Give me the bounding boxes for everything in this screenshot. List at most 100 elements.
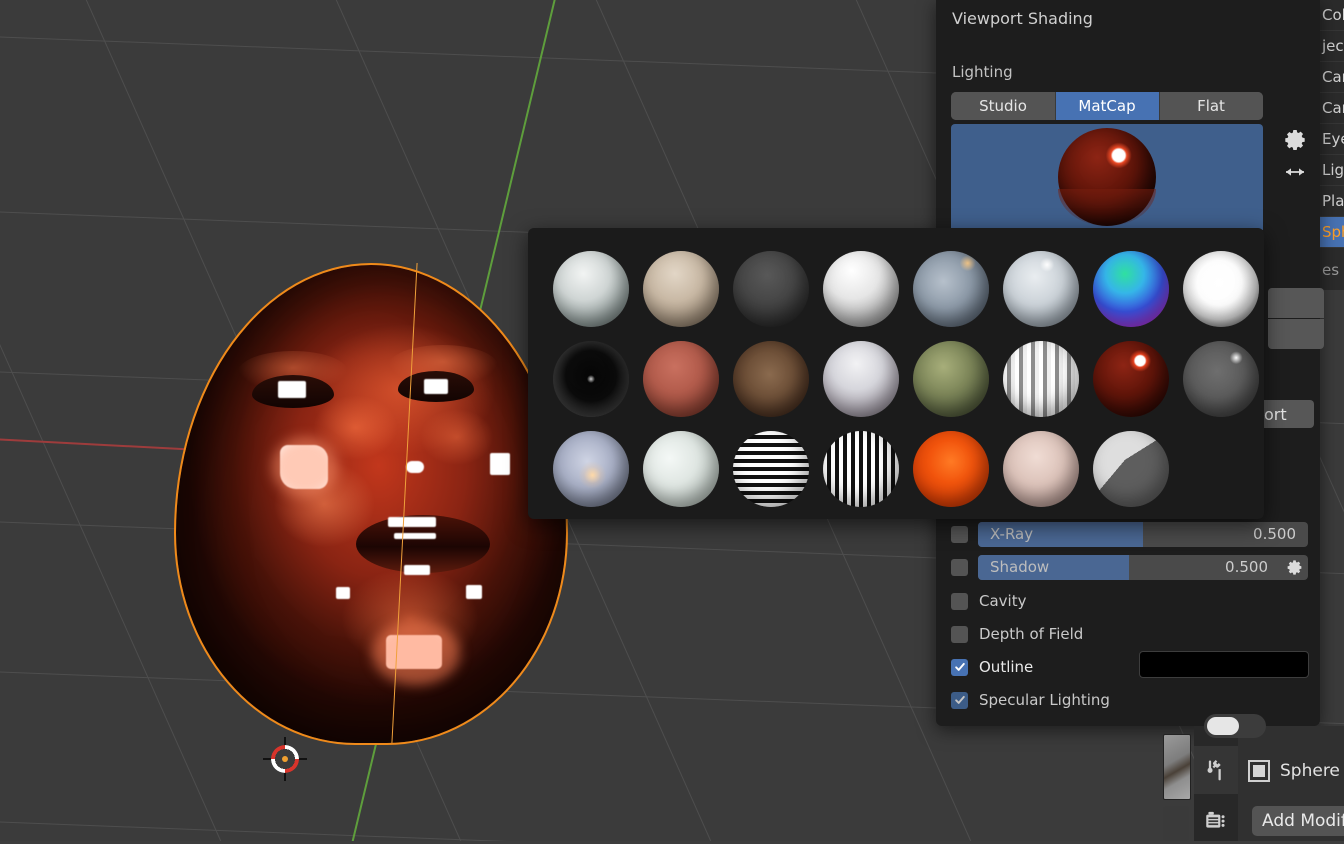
check-icon xyxy=(954,661,966,673)
matcap-metal-shiny[interactable] xyxy=(1183,341,1259,417)
matcap-basic-dark[interactable] xyxy=(733,251,809,327)
row-cavity[interactable]: Cavity xyxy=(951,587,1026,615)
matcap-clay-muddy[interactable] xyxy=(643,341,719,417)
side-button-bottom[interactable] xyxy=(1268,319,1324,349)
tab-physics[interactable] xyxy=(1194,796,1238,844)
matcap-outline[interactable] xyxy=(1093,431,1169,507)
matcap-metal-anisotropic[interactable] xyxy=(913,341,989,417)
matcap-cell[interactable] xyxy=(1176,244,1266,334)
lighting-mode-flat[interactable]: Flat xyxy=(1159,92,1263,120)
outliner-row-eye[interactable]: Eye xyxy=(1320,124,1344,154)
matcap-metal-carpaint[interactable] xyxy=(1003,341,1079,417)
tab-modifiers[interactable] xyxy=(1194,746,1238,794)
lighting-mode-matcap[interactable]: MatCap xyxy=(1055,92,1159,120)
side-button-top[interactable] xyxy=(1268,288,1324,318)
lighting-mode-studio[interactable]: Studio xyxy=(951,92,1055,120)
display-toggle[interactable] xyxy=(1204,714,1266,738)
row-specular-lighting[interactable]: Specular Lighting xyxy=(951,686,1110,714)
outliner-row-camera-2[interactable]: Cam xyxy=(1320,93,1344,123)
matcap-check-normal-y[interactable] xyxy=(1183,251,1259,327)
matcap-cell[interactable] xyxy=(726,334,816,424)
add-modifier-button[interactable]: Add Modifi xyxy=(1252,806,1344,836)
specular-lighting-label: Specular Lighting xyxy=(979,691,1110,709)
row-outline[interactable]: Outline xyxy=(951,653,1033,681)
row-shadow[interactable]: Shadow 0.500 xyxy=(951,553,1309,581)
matcap-cell[interactable] xyxy=(996,424,1086,514)
shadow-slider[interactable]: Shadow 0.500 xyxy=(978,555,1280,580)
cursor-3d xyxy=(263,737,307,781)
matcap-ceramic-dark[interactable] xyxy=(913,251,989,327)
horizontal-flip-icon[interactable] xyxy=(1283,162,1307,186)
shadow-settings-gear-icon[interactable] xyxy=(1280,555,1308,580)
matcap-preview-sphere xyxy=(1058,128,1156,226)
export-button[interactable]: ort xyxy=(1258,400,1314,428)
matcap-jade[interactable] xyxy=(823,341,899,417)
shadow-label: Shadow xyxy=(990,558,1049,576)
matcap-clay-studio[interactable] xyxy=(733,341,809,417)
matcap-ceramic-lightbulb[interactable] xyxy=(1003,251,1079,327)
object-icon xyxy=(1248,760,1270,782)
matcap-cell[interactable] xyxy=(636,244,726,334)
cursor-center-dot xyxy=(282,756,288,762)
head-mesh-object[interactable] xyxy=(160,255,580,755)
outliner-row-collection[interactable]: Coll xyxy=(1320,0,1344,30)
selection-outline xyxy=(174,263,568,745)
matcap-wax[interactable] xyxy=(1003,431,1079,507)
matcap-cell[interactable] xyxy=(1086,244,1176,334)
add-modifier-label: Add Modifi xyxy=(1262,811,1344,831)
cavity-checkbox[interactable] xyxy=(951,593,968,610)
matcap-cell[interactable] xyxy=(1176,334,1266,424)
matcap-cell[interactable] xyxy=(816,424,906,514)
depth-of-field-checkbox[interactable] xyxy=(951,626,968,643)
matcap-cell[interactable] xyxy=(816,244,906,334)
specular-lighting-checkbox[interactable] xyxy=(951,692,968,709)
matcap-cell[interactable] xyxy=(546,334,636,424)
matcap-cell[interactable] xyxy=(636,424,726,514)
matcap-cell[interactable] xyxy=(726,244,816,334)
matcap-cell[interactable] xyxy=(726,424,816,514)
matcap-cell[interactable] xyxy=(546,244,636,334)
matcap-metal-lead[interactable] xyxy=(1093,341,1169,417)
check-icon xyxy=(954,694,966,706)
outline-color-swatch[interactable] xyxy=(1139,651,1309,678)
outliner-row-camera-1[interactable]: Cam xyxy=(1320,62,1344,92)
outline-checkbox[interactable] xyxy=(951,659,968,676)
matcap-preview-button[interactable] xyxy=(951,124,1263,230)
x-ray-checkbox[interactable] xyxy=(951,526,968,543)
matcap-cell[interactable] xyxy=(636,334,726,424)
matcap-cell[interactable] xyxy=(546,424,636,514)
matcap-cell[interactable] xyxy=(906,244,996,334)
gear-icon[interactable] xyxy=(1283,128,1307,157)
matcap-cell[interactable] xyxy=(1086,424,1176,514)
outliner-row-light[interactable]: Lig xyxy=(1320,155,1344,185)
matcap-cell[interactable] xyxy=(1086,334,1176,424)
matcap-basic-2-tan[interactable] xyxy=(643,251,719,327)
matcap-basic-1-dark[interactable] xyxy=(553,251,629,327)
matcap-skin[interactable] xyxy=(823,431,899,507)
matcap-pearl[interactable] xyxy=(553,431,629,507)
matcap-reflection-check[interactable] xyxy=(643,431,719,507)
matcap-clay-brown[interactable] xyxy=(553,341,629,417)
shadow-checkbox[interactable] xyxy=(951,559,968,576)
matcap-resin[interactable] xyxy=(733,431,809,507)
matcap-selector-popup[interactable] xyxy=(528,228,1264,519)
matcap-basic-side[interactable] xyxy=(823,251,899,327)
matcap-toon[interactable] xyxy=(913,431,989,507)
outliner-row-sphere[interactable]: Sph xyxy=(1320,217,1344,247)
lighting-mode-segmented-control[interactable]: Studio MatCap Flat xyxy=(951,92,1263,120)
matcap-cell[interactable] xyxy=(906,424,996,514)
outliner-row-plane[interactable]: Pla xyxy=(1320,186,1344,216)
matcap-cell[interactable] xyxy=(996,334,1086,424)
matcap-cell[interactable] xyxy=(906,334,996,424)
export-button-label: ort xyxy=(1264,405,1287,424)
matcap-cell[interactable] xyxy=(996,244,1086,334)
row-depth-of-field[interactable]: Depth of Field xyxy=(951,620,1083,648)
matcap-check-rainbow[interactable] xyxy=(1093,251,1169,327)
matcap-grid[interactable] xyxy=(546,244,1266,514)
object-name-row[interactable]: Sphere xyxy=(1248,755,1344,787)
row-x-ray[interactable]: X-Ray 0.500 xyxy=(951,520,1309,548)
matcap-cell[interactable] xyxy=(816,334,906,424)
outliner-panel[interactable]: ColljectCamCamEyeLigPlaSphes xyxy=(1320,0,1344,290)
outliner-row-object[interactable]: ject xyxy=(1320,31,1344,61)
x-ray-slider[interactable]: X-Ray 0.500 xyxy=(978,522,1308,547)
